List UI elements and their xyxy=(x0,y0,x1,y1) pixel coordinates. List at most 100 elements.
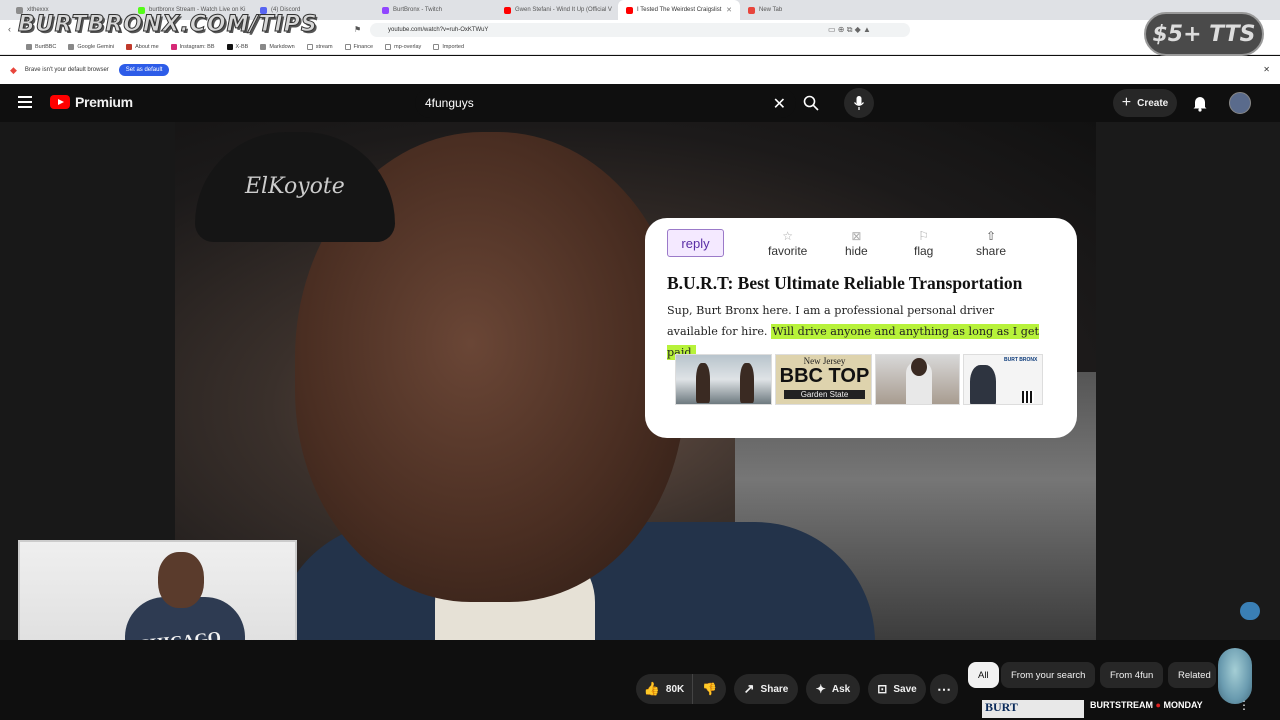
youtube-icon xyxy=(504,6,511,14)
post-thumbnails: New Jersey BBC TOP Garden State BURT BRO… xyxy=(675,354,1045,405)
post-thumbnail[interactable] xyxy=(875,354,960,405)
post-thumbnail[interactable]: BURT BRONX xyxy=(963,354,1043,405)
browser-tab[interactable]: Gwen Stefani - Wind It Up (Official V xyxy=(496,0,618,20)
brave-icon xyxy=(748,6,755,14)
browser-tab[interactable]: New Tab xyxy=(740,0,862,20)
like-button[interactable]: 👍 80K xyxy=(636,674,692,704)
stream-brand-overlay: BURTBRONX.COM/TIPS xyxy=(18,12,318,38)
bookmark-item[interactable]: Instagram: BB xyxy=(170,44,215,50)
person-figure xyxy=(970,365,996,404)
video-actions-bar: 👍 80K 👎 ↗ Share ✦ Ask ⊡ Save ⋯ All From … xyxy=(0,640,1280,720)
post-thumbnail[interactable] xyxy=(675,354,772,405)
post-title: B.U.R.T: Best Ultimate Reliable Transpor… xyxy=(667,273,1023,293)
clear-search-icon[interactable]: ✕ xyxy=(773,94,786,114)
filter-chip-related[interactable]: Related xyxy=(1168,662,1216,688)
qr-code-icon xyxy=(1022,391,1034,403)
search-icon xyxy=(803,95,819,111)
star-icon: ☆ xyxy=(782,229,794,243)
filter-chip-all[interactable]: All xyxy=(968,662,999,688)
thumbnail-caption: Garden State xyxy=(784,390,865,399)
markdown-icon xyxy=(260,44,267,50)
bookmark-icon xyxy=(26,44,32,50)
extensions-icon[interactable]: ▭ ⊕ ⧉ ◆ ▲ xyxy=(828,25,871,35)
create-button[interactable]: + Create xyxy=(1113,89,1177,117)
folder-icon xyxy=(433,44,440,50)
bookmarks-bar: BurtBBC Google Gemini About me Instagram… xyxy=(0,40,1280,55)
account-avatar[interactable] xyxy=(1229,92,1251,114)
set-default-button[interactable]: Set as default xyxy=(118,64,170,76)
more-icon: ⋯ xyxy=(937,680,951,697)
post-thumbnail[interactable]: New Jersey BBC TOP Garden State xyxy=(775,354,872,405)
close-tab-icon[interactable]: ✕ xyxy=(726,6,732,14)
stream-globe-overlay xyxy=(1218,648,1252,704)
stream-overlay-icon xyxy=(1240,602,1260,620)
bookmark-item[interactable]: Google Gemini xyxy=(68,44,114,50)
filter-chip-from-your-search[interactable]: From your search xyxy=(1001,662,1096,688)
live-dot-icon: ● xyxy=(1155,700,1161,710)
share-icon: ⇧ xyxy=(985,229,997,243)
person-figure xyxy=(911,358,927,376)
folder-icon xyxy=(344,44,351,50)
bookmark-folder[interactable]: stream xyxy=(306,44,333,50)
folder-icon xyxy=(306,44,313,50)
bookmark-item[interactable]: BurtBBC xyxy=(26,44,56,50)
hide-button[interactable]: ⊠ hide xyxy=(845,229,868,258)
bookmark-folder[interactable]: Finance xyxy=(344,44,373,50)
favorite-button[interactable]: ☆ favorite xyxy=(768,229,807,258)
cap-logo: ElKoyote xyxy=(245,174,345,199)
reply-button[interactable]: reply xyxy=(667,229,724,257)
dislike-button[interactable]: 👎 xyxy=(692,674,726,704)
brave-icon: ◆ xyxy=(10,64,17,75)
plus-icon: + xyxy=(1121,94,1132,111)
folder-icon xyxy=(385,44,392,50)
thumbs-up-icon: 👍 xyxy=(643,681,660,696)
menu-icon[interactable] xyxy=(18,96,32,108)
bookmark-item[interactable]: Markdown xyxy=(260,44,295,50)
instagram-icon xyxy=(170,44,177,50)
x-icon xyxy=(226,44,233,50)
youtube-play-icon xyxy=(50,95,70,109)
search-button[interactable] xyxy=(796,88,826,118)
share-button[interactable]: ↗ Share xyxy=(734,674,798,704)
search-input[interactable]: 4funguys ✕ xyxy=(415,88,796,118)
bookmark-item[interactable]: About me xyxy=(126,44,159,50)
bookmark-folder[interactable]: Imported xyxy=(433,44,464,50)
notifications-bell-icon[interactable] xyxy=(1191,94,1209,112)
youtube-icon xyxy=(626,6,633,14)
back-icon[interactable]: ‹ xyxy=(8,24,11,34)
person-figure xyxy=(740,363,754,403)
tts-badge-overlay: $5+ TTS xyxy=(1144,12,1264,56)
share-arrow-icon: ↗ xyxy=(743,681,755,696)
thumbnail-caption: BURT BRONX xyxy=(1004,357,1038,363)
trash-icon: ⊠ xyxy=(851,229,862,243)
bookmark-folder[interactable]: mp-overlay xyxy=(385,44,421,50)
bookmark-icon xyxy=(126,44,133,50)
ask-button[interactable]: ✦ Ask xyxy=(806,674,860,704)
flag-icon: ⚐ xyxy=(918,229,930,243)
browser-tab[interactable]: BurtBronx - Twitch xyxy=(374,0,496,20)
bookmark-icon: ⊡ xyxy=(877,682,888,696)
flag-button[interactable]: ⚐ flag xyxy=(914,229,933,258)
gemini-icon xyxy=(68,44,75,50)
person-figure xyxy=(696,363,710,403)
thumbs-down-icon: 👎 xyxy=(702,682,717,696)
twitch-icon xyxy=(382,6,389,14)
bookmark-icon[interactable]: ⚑ xyxy=(354,25,361,34)
more-actions-button[interactable]: ⋯ xyxy=(930,674,958,704)
browser-tab-active[interactable]: I Tested The Weirdest Craigslist ✕ xyxy=(618,0,740,20)
video-side-area xyxy=(1096,122,1280,640)
craigslist-post-card: reply ☆ favorite ⊠ hide ⚐ flag ⇧ share B.U.R… xyxy=(645,218,1077,438)
related-video-title[interactable]: BURTSTREAM ● MONDAY xyxy=(1090,700,1203,710)
share-button[interactable]: ⇧ share xyxy=(976,229,1006,258)
sparkle-icon: ✦ xyxy=(815,682,826,696)
related-video-thumbnail[interactable]: BURT xyxy=(982,700,1084,718)
bookmark-item[interactable]: X-BB xyxy=(226,44,248,50)
youtube-logo[interactable]: Premium xyxy=(50,94,133,110)
voice-search-button[interactable] xyxy=(844,88,874,118)
save-button[interactable]: ⊡ Save xyxy=(868,674,926,704)
microphone-icon xyxy=(853,96,865,110)
filter-chip-from-4fun[interactable]: From 4fun xyxy=(1100,662,1164,688)
post-actions: reply ☆ favorite ⊠ hide ⚐ flag ⇧ share xyxy=(667,229,1057,261)
default-browser-infobar: ◆ Brave isn't your default browser Set a… xyxy=(0,56,1280,84)
close-icon[interactable]: ✕ xyxy=(1263,65,1270,74)
